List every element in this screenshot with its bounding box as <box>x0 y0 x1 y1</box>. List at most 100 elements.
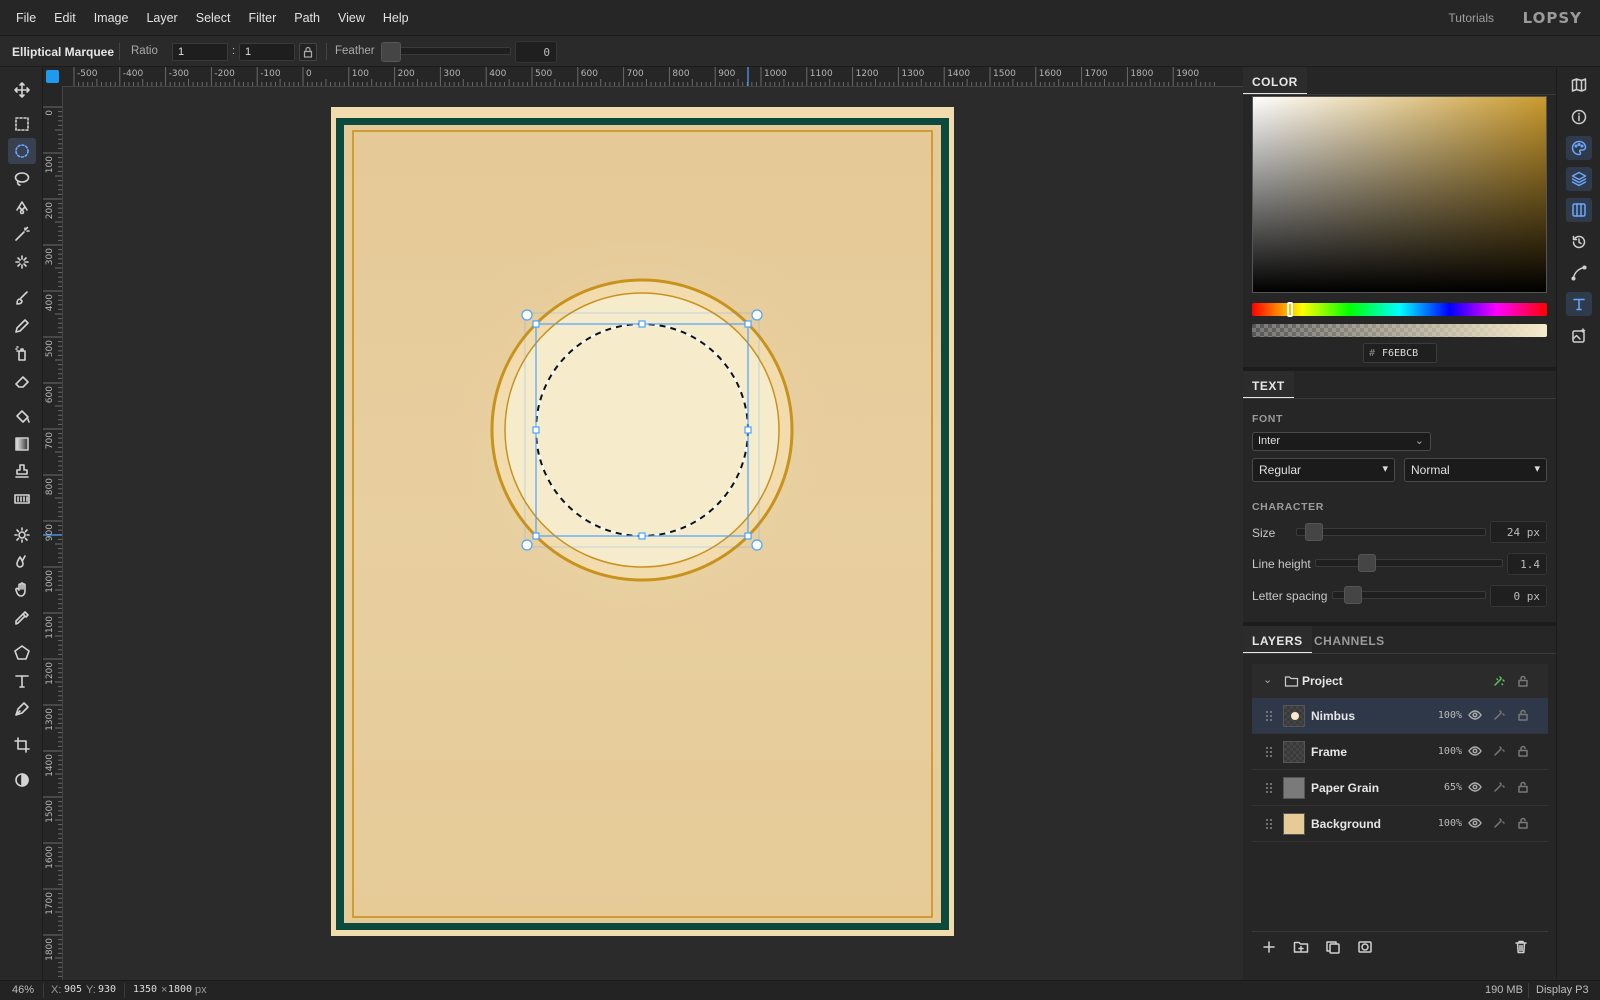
duplicate-layer-button[interactable] <box>1325 939 1347 961</box>
ruler-origin-square[interactable] <box>46 70 59 83</box>
new-group-button[interactable] <box>1293 939 1315 961</box>
selection-handle-top[interactable] <box>638 320 646 328</box>
layer-row-background[interactable]: Background 100% <box>1252 806 1548 842</box>
stamp-tool[interactable] <box>8 458 36 484</box>
canvas-area[interactable] <box>63 87 1243 980</box>
layers-panel-button[interactable] <box>1566 167 1592 191</box>
drag-handle-icon[interactable] <box>1265 710 1273 722</box>
hue-slider[interactable] <box>1252 303 1547 316</box>
lock-icon[interactable] <box>1516 744 1532 760</box>
lock-icon[interactable] <box>1516 780 1532 796</box>
tab-color[interactable]: COLOR <box>1243 67 1307 95</box>
pattern-tool[interactable] <box>8 486 36 512</box>
drag-handle-icon[interactable] <box>1265 818 1273 830</box>
size-value[interactable]: 24 px <box>1490 521 1547 543</box>
dodge-tool[interactable] <box>8 522 36 548</box>
font-style-select[interactable]: Normal ▾ <box>1404 458 1547 482</box>
font-family-select[interactable]: Inter ⌄ <box>1252 432 1431 451</box>
line-height-value[interactable]: 1.4 <box>1507 553 1547 575</box>
quick-select-tool[interactable] <box>8 249 36 275</box>
transform-handle-tr[interactable] <box>751 309 763 321</box>
transform-handle-bl[interactable] <box>521 539 533 551</box>
feather-value[interactable]: 0 <box>515 41 557 63</box>
layer-row-paper-grain[interactable]: Paper Grain 65% <box>1252 770 1548 806</box>
menu-edit[interactable]: Edit <box>45 11 85 25</box>
fx-icon[interactable] <box>1492 674 1508 690</box>
alpha-slider[interactable] <box>1252 324 1547 337</box>
menu-view[interactable]: View <box>329 11 374 25</box>
paint-bucket-tool[interactable] <box>8 403 36 429</box>
tutorials-link[interactable]: Tutorials <box>1448 11 1494 25</box>
eye-icon[interactable] <box>1468 744 1484 760</box>
fx-icon[interactable] <box>1492 744 1508 760</box>
selection-handle-bottom[interactable] <box>638 532 646 540</box>
transform-handle-br[interactable] <box>751 539 763 551</box>
gradient-tool[interactable] <box>8 431 36 457</box>
selection-handle-br[interactable] <box>744 532 752 540</box>
hex-input[interactable]: # F6EBCB <box>1363 343 1437 363</box>
selection-handle-tl[interactable] <box>532 320 540 328</box>
invert-tool[interactable] <box>8 767 36 793</box>
line-height-slider-track[interactable] <box>1315 559 1503 567</box>
ratio-width-input[interactable]: 1 <box>172 43 228 61</box>
feather-slider-thumb[interactable] <box>381 42 401 62</box>
magic-wand-tool[interactable] <box>8 221 36 247</box>
eye-icon[interactable] <box>1468 780 1484 796</box>
tab-layers[interactable]: LAYERS <box>1243 626 1312 654</box>
fx-icon[interactable] <box>1492 780 1508 796</box>
tab-text[interactable]: TEXT <box>1243 371 1294 399</box>
size-slider-thumb[interactable] <box>1305 523 1323 541</box>
selection-handle-tr[interactable] <box>744 320 752 328</box>
zoom-level[interactable]: 46% <box>12 984 34 996</box>
rect-marquee-tool[interactable] <box>8 111 36 137</box>
fx-icon[interactable] <box>1492 816 1508 832</box>
magnetic-lasso-tool[interactable] <box>8 194 36 220</box>
drag-handle-icon[interactable] <box>1265 782 1273 794</box>
menu-path[interactable]: Path <box>285 11 329 25</box>
type-tool[interactable] <box>8 668 36 694</box>
text-panel-button[interactable] <box>1566 292 1592 316</box>
tab-channels[interactable]: CHANNELS <box>1305 626 1394 654</box>
layer-group-project[interactable]: ⌄ Project <box>1252 664 1548 700</box>
letter-spacing-value[interactable]: 0 px <box>1490 585 1547 607</box>
delete-layer-button[interactable] <box>1513 939 1535 961</box>
lock-icon[interactable] <box>1516 816 1532 832</box>
history-button[interactable] <box>1566 230 1592 254</box>
lock-icon[interactable] <box>1516 674 1532 690</box>
drag-handle-icon[interactable] <box>1265 746 1273 758</box>
font-weight-select[interactable]: Regular ▾ <box>1252 458 1395 482</box>
menu-file[interactable]: File <box>0 11 45 25</box>
hand-tool[interactable] <box>8 577 36 603</box>
pen-tool[interactable] <box>8 696 36 722</box>
channels-panel-button[interactable] <box>1566 198 1592 222</box>
color-panel-button[interactable] <box>1566 136 1592 160</box>
color-saturation-field[interactable] <box>1252 96 1547 293</box>
menu-help[interactable]: Help <box>374 11 418 25</box>
transform-handle-tl[interactable] <box>521 309 533 321</box>
ratio-height-input[interactable]: 1 <box>239 43 295 61</box>
selection-handle-bl[interactable] <box>532 532 540 540</box>
selection-handle-left[interactable] <box>532 426 540 434</box>
lock-icon[interactable] <box>1516 708 1532 724</box>
mask-layer-button[interactable] <box>1357 939 1379 961</box>
spray-tool[interactable] <box>8 340 36 366</box>
image-adjust-button[interactable] <box>1566 324 1592 348</box>
menu-image[interactable]: Image <box>85 11 138 25</box>
layer-row-frame[interactable]: Frame 100% <box>1252 734 1548 770</box>
selection-handle-right[interactable] <box>744 426 752 434</box>
fx-icon[interactable] <box>1492 708 1508 724</box>
menu-select[interactable]: Select <box>187 11 240 25</box>
letter-spacing-slider-thumb[interactable] <box>1344 586 1362 604</box>
add-layer-button[interactable] <box>1261 939 1283 961</box>
brush-tool[interactable] <box>8 285 36 311</box>
pencil-tool[interactable] <box>8 313 36 339</box>
navigator-button[interactable] <box>1566 73 1592 97</box>
move-tool[interactable] <box>8 77 36 103</box>
paths-button[interactable] <box>1566 261 1592 285</box>
shape-tool[interactable] <box>8 640 36 666</box>
line-height-slider-thumb[interactable] <box>1358 554 1376 572</box>
eye-icon[interactable] <box>1468 708 1484 724</box>
ratio-lock-button[interactable] <box>299 43 317 61</box>
lasso-tool[interactable] <box>8 166 36 192</box>
chevron-down-icon[interactable]: ⌄ <box>1263 673 1272 686</box>
